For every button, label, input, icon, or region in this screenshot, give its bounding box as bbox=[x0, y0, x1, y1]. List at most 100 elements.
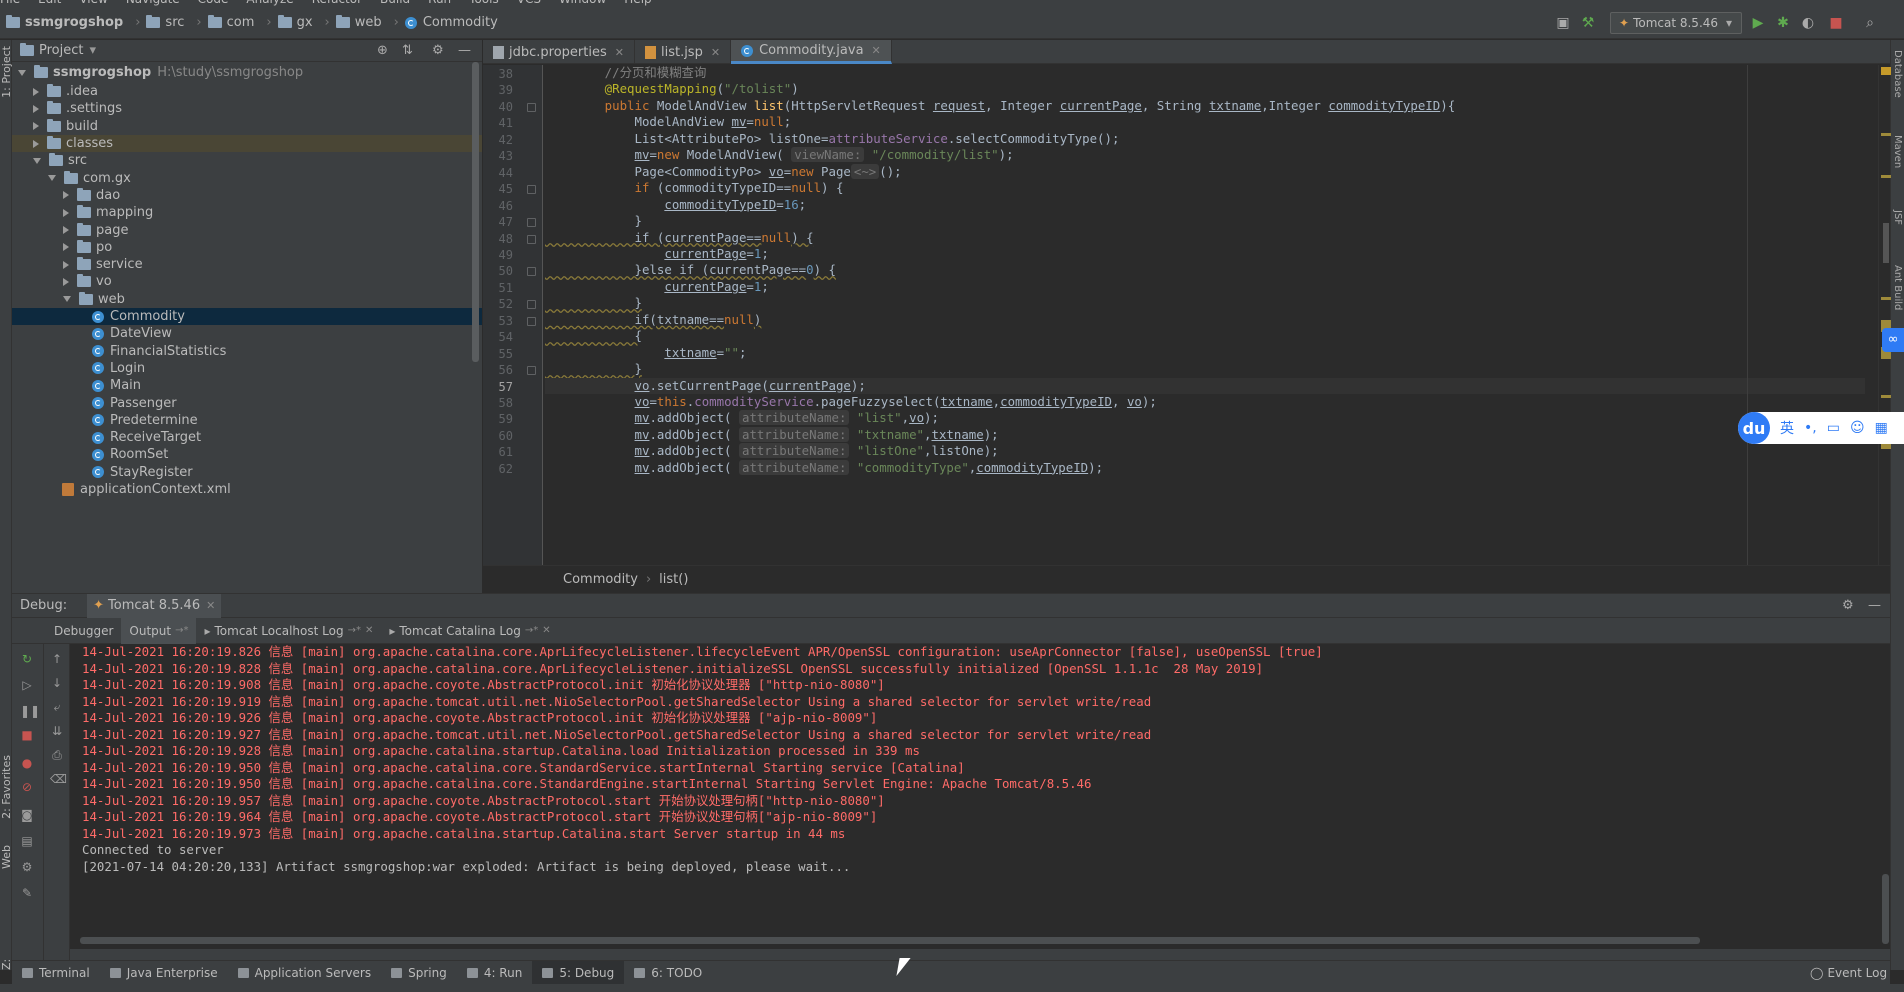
ime-user-icon[interactable]: ☺ bbox=[1850, 420, 1865, 436]
gear-icon[interactable]: ⚙ bbox=[1842, 598, 1854, 613]
tree-item[interactable]: dao bbox=[12, 187, 482, 204]
menu-item-2[interactable]: View bbox=[79, 0, 107, 6]
code-area[interactable]: //分页和模糊查询 @RequestMapping("/tolist") pub… bbox=[545, 65, 1865, 565]
editor-tab-1[interactable]: list.jsp ✕ bbox=[635, 40, 732, 64]
fold-marker-icon[interactable] bbox=[527, 234, 536, 244]
pin-icon[interactable]: →* bbox=[175, 625, 188, 636]
expand-arrow-icon[interactable] bbox=[63, 260, 69, 269]
bottom-tab-1[interactable]: Java Enterprise bbox=[100, 961, 228, 985]
menu-item-9[interactable]: Tools bbox=[469, 0, 499, 6]
stop-icon[interactable]: ■ bbox=[1828, 15, 1844, 31]
breadcrumb-method[interactable]: list() bbox=[659, 572, 688, 587]
baidu-side-icon[interactable]: ∞ bbox=[1882, 328, 1904, 352]
tree-item[interactable]: classes bbox=[12, 134, 482, 153]
ant-build-tool-button[interactable]: Ant Build bbox=[1892, 265, 1903, 310]
expand-arrow-icon[interactable] bbox=[48, 175, 56, 182]
jsf-tool-button[interactable]: JSF bbox=[1892, 210, 1903, 225]
rerun-icon[interactable]: ↻ bbox=[20, 652, 34, 666]
fold-marker-icon[interactable] bbox=[527, 316, 536, 326]
project-structure-icon[interactable]: ▣ bbox=[1555, 15, 1571, 31]
event-log-button[interactable]: ◯ Event Log bbox=[1810, 966, 1887, 980]
tree-item[interactable]: service bbox=[12, 256, 482, 273]
tree-item[interactable]: page bbox=[12, 221, 482, 238]
console-vertical-scrollbar[interactable] bbox=[1882, 874, 1889, 944]
pin-icon[interactable]: →* bbox=[525, 625, 538, 636]
menu-item-7[interactable]: Build bbox=[380, 0, 410, 6]
expand-arrow-icon[interactable] bbox=[33, 122, 39, 131]
editor-tab-2[interactable]: Commodity.java ✕ bbox=[731, 40, 892, 64]
database-tool-button[interactable]: Database bbox=[1892, 50, 1903, 98]
expand-arrow-icon[interactable] bbox=[33, 157, 41, 164]
gear-icon[interactable]: ⚙ bbox=[20, 860, 34, 874]
tree-item[interactable]: DateView bbox=[12, 325, 482, 342]
tree-item[interactable]: .settings bbox=[12, 100, 482, 117]
hide-icon[interactable]: — bbox=[458, 43, 471, 58]
ime-punctuation-toggle[interactable]: •, bbox=[1804, 420, 1817, 436]
debug-subtab-3[interactable]: ▸ Tomcat Catalina Log →* ✕ bbox=[381, 618, 558, 644]
debug-icon[interactable]: ✱ bbox=[1775, 15, 1791, 31]
debug-subtab-2[interactable]: ▸ Tomcat Localhost Log →* ✕ bbox=[196, 618, 381, 644]
layout-icon[interactable]: ▤ bbox=[20, 834, 34, 848]
tree-item[interactable]: applicationContext.xml bbox=[12, 481, 482, 498]
coverage-icon[interactable]: ◐ bbox=[1800, 15, 1816, 31]
pin-icon[interactable]: ✎ bbox=[20, 886, 34, 900]
nav-crumb-1[interactable]: › com bbox=[190, 15, 254, 30]
menu-item-10[interactable]: VCS bbox=[517, 0, 541, 6]
editor-tab-0[interactable]: jdbc.properties ✕ bbox=[483, 40, 635, 64]
debug-session-tab[interactable]: ✦ Tomcat 8.5.46 ✕ bbox=[87, 593, 222, 618]
tree-item[interactable]: .idea bbox=[12, 83, 482, 100]
debug-subtab-0[interactable]: Debugger bbox=[46, 618, 121, 644]
nav-project[interactable]: ssmgrogshop bbox=[6, 15, 123, 30]
expand-arrow-icon[interactable] bbox=[63, 208, 69, 217]
tree-item[interactable]: com.gx bbox=[12, 170, 482, 187]
menu-item-12[interactable]: Help bbox=[624, 0, 651, 6]
editor-scrollbar[interactable] bbox=[1878, 65, 1891, 565]
hide-icon[interactable]: — bbox=[1868, 598, 1881, 613]
run-configuration-select[interactable]: ✦ Tomcat 8.5.46 ▾ bbox=[1610, 12, 1742, 34]
project-panel-title[interactable]: Project bbox=[39, 43, 83, 58]
console-output[interactable]: 14-Jul-2021 16:20:19.826 信息 [main] org.a… bbox=[70, 644, 1890, 949]
gear-icon[interactable]: ⚙ bbox=[432, 43, 444, 58]
view-breakpoints-icon[interactable]: ● bbox=[20, 756, 34, 770]
bottom-tab-5[interactable]: 5: Debug bbox=[532, 960, 625, 985]
fold-marker-icon[interactable] bbox=[527, 300, 536, 310]
project-scrollbar[interactable] bbox=[472, 62, 479, 362]
console-horizontal-scrollbar[interactable] bbox=[80, 937, 1700, 944]
menu-item-11[interactable]: Window bbox=[559, 0, 606, 6]
soft-wrap-icon[interactable]: ⤶ bbox=[50, 700, 64, 714]
fold-marker-icon[interactable] bbox=[527, 366, 536, 376]
ime-keyboard-icon[interactable]: ▭ bbox=[1827, 420, 1840, 436]
down-arrow-icon[interactable]: ↓ bbox=[50, 676, 64, 690]
tree-item[interactable]: Predetermine bbox=[12, 412, 482, 429]
run-icon[interactable]: ▶ bbox=[1750, 15, 1766, 31]
menu-item-8[interactable]: Run bbox=[428, 0, 451, 6]
bottom-tab-0[interactable]: Terminal bbox=[12, 961, 100, 985]
fold-marker-icon[interactable] bbox=[527, 267, 536, 277]
tree-root[interactable]: ssmgrogshop H:\study\ssmgrogshop bbox=[12, 62, 482, 83]
menu-item-3[interactable]: Navigate bbox=[126, 0, 180, 6]
menu-item-6[interactable]: Refactor bbox=[312, 0, 362, 6]
collapse-icon[interactable]: ⇅ bbox=[402, 43, 413, 58]
pin-icon[interactable]: →* bbox=[348, 625, 361, 636]
breadcrumb-class[interactable]: Commodity bbox=[563, 572, 638, 587]
bottom-tab-2[interactable]: Application Servers bbox=[228, 961, 381, 985]
bottom-tab-3[interactable]: Spring bbox=[381, 961, 457, 985]
tree-item[interactable]: web bbox=[12, 291, 482, 308]
expand-arrow-icon[interactable] bbox=[63, 243, 69, 252]
expand-arrow-icon[interactable] bbox=[33, 104, 39, 113]
close-icon[interactable]: ✕ bbox=[542, 625, 550, 636]
nav-crumb-3[interactable]: › web bbox=[319, 15, 382, 30]
expand-arrow-icon[interactable] bbox=[63, 226, 69, 235]
close-icon[interactable]: ✕ bbox=[711, 46, 720, 59]
ime-language-toggle[interactable]: 英 bbox=[1780, 418, 1794, 438]
nav-current[interactable]: › Commodity bbox=[388, 15, 498, 30]
fold-marker-icon[interactable] bbox=[527, 102, 536, 112]
print-icon[interactable]: ⎙ bbox=[50, 748, 64, 762]
locate-icon[interactable]: ⊕ bbox=[377, 43, 388, 58]
close-icon[interactable]: ✕ bbox=[365, 625, 373, 636]
tree-item[interactable]: Main bbox=[12, 377, 482, 394]
mute-breakpoints-icon[interactable]: ⊘ bbox=[20, 780, 34, 794]
maven-tool-button[interactable]: Maven bbox=[1892, 135, 1903, 168]
debug-subtab-1[interactable]: Output →* bbox=[121, 617, 197, 644]
ime-grid-icon[interactable]: ▦ bbox=[1875, 420, 1888, 436]
